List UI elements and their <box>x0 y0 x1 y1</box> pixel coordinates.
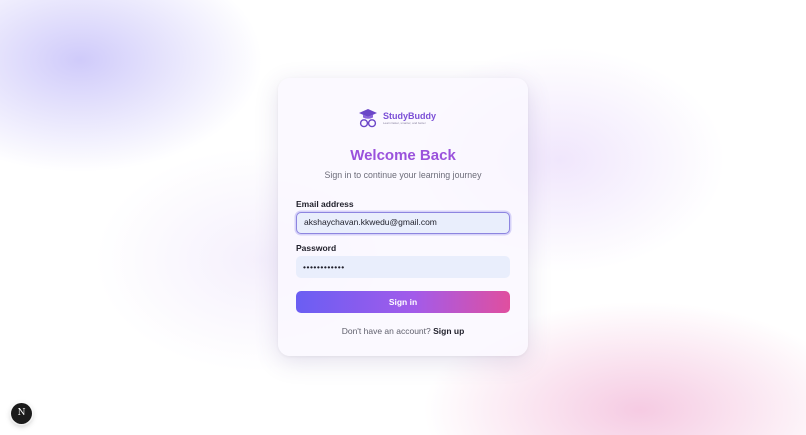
login-card: StudyBuddy Learn faster, smarter, and be… <box>278 78 528 356</box>
password-field[interactable]: •••••••••••• <box>296 256 510 278</box>
email-field[interactable]: akshaychavan.kkwedu@gmail.com <box>296 212 510 234</box>
graduation-cap-glasses-icon <box>359 109 377 128</box>
signup-prompt-text: Don't have an account? <box>341 326 431 336</box>
password-label: Password <box>296 243 337 253</box>
signup-prompt: Don't have an account? Sign up <box>278 326 528 336</box>
nextjs-logo-icon[interactable]: N <box>11 403 32 424</box>
page-subtitle: Sign in to continue your learning journe… <box>324 170 482 180</box>
sign-in-button[interactable]: Sign in <box>296 291 510 313</box>
sign-up-link[interactable]: Sign up <box>433 326 464 336</box>
brand-name: StudyBuddy <box>383 111 436 121</box>
brand-logo: StudyBuddy Learn faster, smarter, and be… <box>358 108 436 128</box>
email-label: Email address <box>296 199 354 209</box>
brand-tagline: Learn faster, smarter, and better <box>383 121 426 125</box>
page-title: Welcome Back <box>350 147 456 164</box>
